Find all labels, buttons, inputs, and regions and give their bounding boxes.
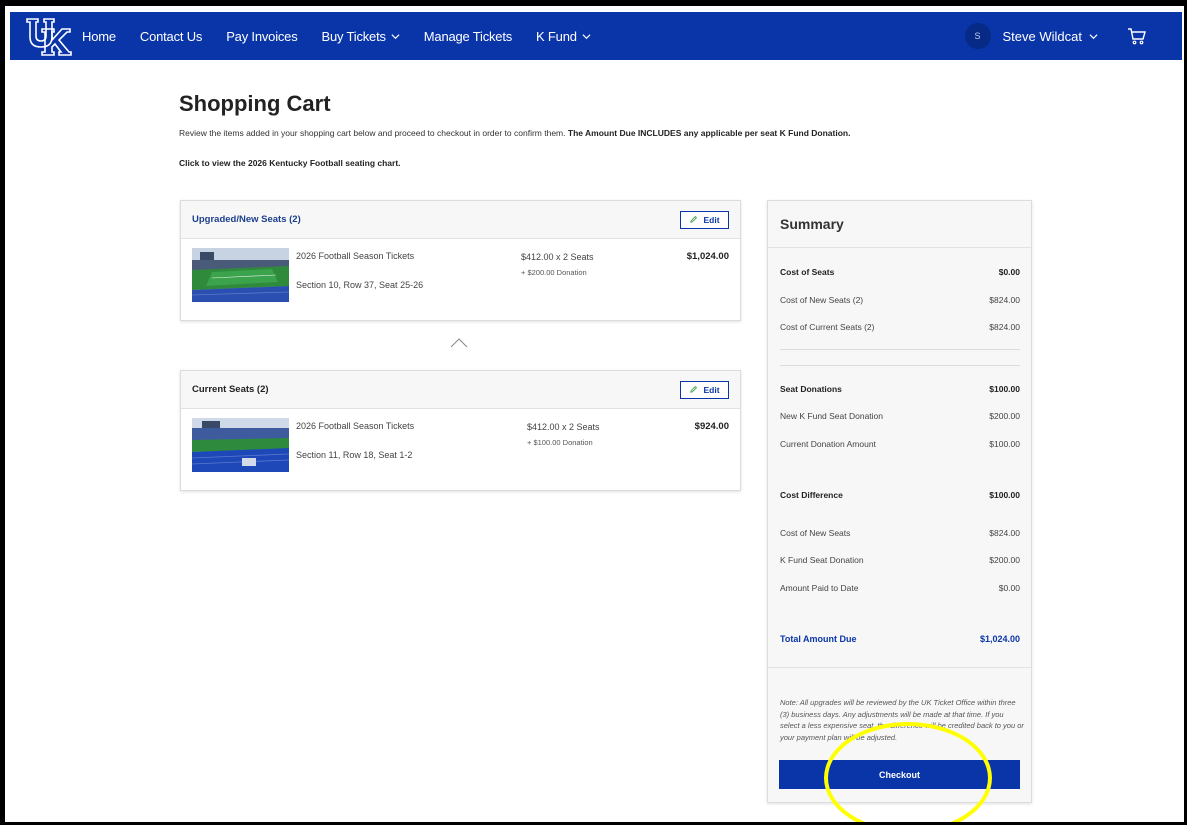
stadium-thumbnail xyxy=(192,418,289,472)
chevron-up-icon[interactable] xyxy=(449,337,469,349)
divider xyxy=(780,349,1020,350)
item-name: 2026 Football Season Tickets xyxy=(296,421,415,431)
nav-contact-label: Contact Us xyxy=(139,28,203,44)
nav-pay-invoices-label: Pay Invoices xyxy=(226,28,298,44)
item-seat-info: Section 10, Row 37, Seat 25-26 xyxy=(296,280,424,290)
shopping-cart-icon[interactable] xyxy=(1126,25,1148,47)
nav-home-label: Home xyxy=(82,28,116,44)
page-title: Shopping Cart xyxy=(179,91,331,116)
row-value: $0.00 xyxy=(998,583,1020,593)
chevron-down-icon xyxy=(391,33,400,39)
pencil-icon xyxy=(690,385,698,393)
row-value: $200.00 xyxy=(989,555,1020,565)
divider xyxy=(768,667,1031,668)
row-value: $200.00 xyxy=(989,411,1020,421)
summary-title: Summary xyxy=(780,216,844,232)
item-donation: + $100.00 Donation xyxy=(527,438,593,447)
nav-home-link[interactable]: Home xyxy=(82,29,116,44)
uk-logo[interactable] xyxy=(18,12,78,60)
row-value: $1,024.00 xyxy=(979,634,1020,644)
nav-manage-tickets-label: Manage Tickets xyxy=(423,28,513,44)
nav-kfund-dropdown[interactable]: K Fund xyxy=(536,29,591,44)
upgrade-note: Note: All upgrades will be reviewed by t… xyxy=(780,698,1024,742)
summary-row-new-donation: New K Fund Seat Donation $200.00 xyxy=(780,411,1020,421)
nav-pay-invoices-link[interactable]: Pay Invoices xyxy=(226,28,298,44)
item-seat-info: Section 11, Row 18, Seat 1-2 xyxy=(296,450,413,460)
avatar[interactable]: S xyxy=(964,23,991,49)
nav-contact-link[interactable]: Contact Us xyxy=(139,28,203,44)
row-value: $100.00 xyxy=(989,439,1020,449)
row-label: New K Fund Seat Donation xyxy=(780,411,884,421)
nav-buy-tickets-label: Buy Tickets xyxy=(321,28,386,44)
line-item: 2026 Football Season Tickets Section 11,… xyxy=(181,409,740,490)
row-label: Cost of New Seats (2) xyxy=(780,295,864,305)
summary-row-current-donation: Current Donation Amount $100.00 xyxy=(780,439,1020,449)
user-menu-dropdown[interactable]: Steve Wildcat xyxy=(1003,29,1098,44)
row-value: $824.00 xyxy=(989,295,1020,305)
summary-row-amount-paid: Amount Paid to Date $0.00 xyxy=(780,583,1020,593)
item-total: $924.00 xyxy=(694,421,729,432)
intro-text: Review the items added in your shopping … xyxy=(179,128,850,138)
chevron-down-icon xyxy=(1089,33,1098,39)
row-label: Cost of New Seats xyxy=(780,528,851,538)
row-value: $0.00 xyxy=(998,267,1020,277)
item-donation: + $200.00 Donation xyxy=(521,268,587,277)
summary-row-cost-new: Cost of New Seats $824.00 xyxy=(780,528,1020,538)
row-label: K Fund Seat Donation xyxy=(780,555,864,565)
summary-row-seat-donations: Seat Donations $100.00 xyxy=(780,384,1020,394)
upgraded-seats-card: Upgraded/New Seats (2) Edit 2026 Footbal… xyxy=(180,200,741,321)
edit-label: Edit xyxy=(703,384,720,395)
divider xyxy=(780,365,1020,366)
row-label: Total Amount Due xyxy=(780,634,857,644)
checkout-button[interactable]: Checkout xyxy=(779,760,1020,789)
app-frame: Home Contact Us Pay Invoices Buy Tickets… xyxy=(0,0,1187,825)
summary-row-total-due: Total Amount Due $1,024.00 xyxy=(780,634,1020,644)
seating-chart-link[interactable]: Click to view the 2026 Kentucky Football… xyxy=(179,158,401,168)
nav-manage-tickets-link[interactable]: Manage Tickets xyxy=(424,29,512,44)
nav-buy-tickets-dropdown[interactable]: Buy Tickets xyxy=(322,29,400,44)
line-item: 2026 Football Season Tickets Section 10,… xyxy=(181,239,740,320)
row-label: Cost of Current Seats (2) xyxy=(780,322,875,332)
chevron-down-icon xyxy=(582,33,591,39)
nav-user-area: S Steve Wildcat xyxy=(964,12,1182,60)
current-seats-card: Current Seats (2) Edit 2026 Football Sea… xyxy=(180,370,741,491)
card-header: Current Seats (2) Edit xyxy=(181,371,740,409)
item-price: $412.00 x 2 Seats xyxy=(521,252,594,262)
intro-bold: The Amount Due INCLUDES any applicable p… xyxy=(567,128,851,138)
item-name: 2026 Football Season Tickets xyxy=(296,251,415,261)
divider xyxy=(768,247,1031,248)
summary-panel: Summary Cost of Seats $0.00 Cost of New … xyxy=(767,200,1032,803)
row-label: Seat Donations xyxy=(780,384,842,394)
summary-row-new-seats: Cost of New Seats (2) $824.00 xyxy=(780,295,1020,305)
row-value: $824.00 xyxy=(989,322,1020,332)
nav-kfund-label: K Fund xyxy=(536,28,577,44)
card-header: Upgraded/New Seats (2) Edit xyxy=(181,201,740,239)
row-value: $100.00 xyxy=(989,490,1020,500)
nav-links: Home Contact Us Pay Invoices Buy Tickets… xyxy=(82,29,615,44)
card-title: Current Seats (2) xyxy=(192,384,269,395)
intro-regular: Review the items added in your shopping … xyxy=(179,128,566,138)
item-price: $412.00 x 2 Seats xyxy=(527,422,600,432)
stadium-thumbnail xyxy=(192,248,289,302)
card-title: Upgraded/New Seats (2) xyxy=(192,214,301,225)
row-label: Cost of Seats xyxy=(780,267,835,277)
row-value: $100.00 xyxy=(989,384,1020,394)
top-navbar: Home Contact Us Pay Invoices Buy Tickets… xyxy=(10,12,1182,60)
pencil-icon xyxy=(690,215,698,223)
row-label: Amount Paid to Date xyxy=(780,583,859,593)
summary-row-cost-difference: Cost Difference $100.00 xyxy=(780,490,1020,500)
summary-row-cost-of-seats: Cost of Seats $0.00 xyxy=(780,267,1020,277)
summary-row-current-seats: Cost of Current Seats (2) $824.00 xyxy=(780,322,1020,332)
item-total: $1,024.00 xyxy=(686,251,729,262)
summary-row-kfund-donation: K Fund Seat Donation $200.00 xyxy=(780,555,1020,565)
edit-upgraded-button[interactable]: Edit xyxy=(680,210,729,229)
edit-current-button[interactable]: Edit xyxy=(680,380,729,399)
user-name-label: Steve Wildcat xyxy=(1002,28,1082,44)
edit-label: Edit xyxy=(703,214,720,225)
row-label: Current Donation Amount xyxy=(780,439,876,449)
row-label: Cost Difference xyxy=(780,490,843,500)
row-value: $824.00 xyxy=(989,528,1020,538)
